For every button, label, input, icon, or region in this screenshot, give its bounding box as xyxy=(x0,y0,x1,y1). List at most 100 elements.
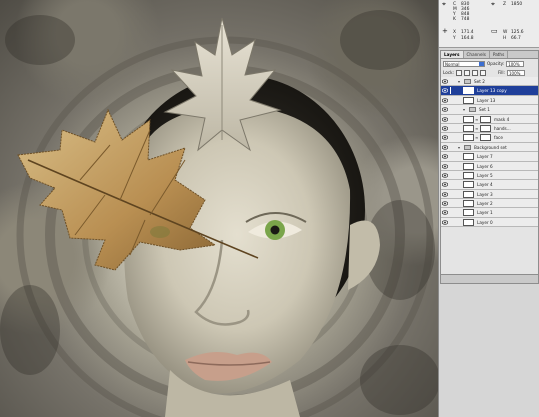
eye-icon[interactable] xyxy=(442,79,448,84)
layer-name: Background set xyxy=(474,144,507,150)
document-canvas[interactable] xyxy=(0,0,438,417)
crosshair-icon: + xyxy=(442,27,448,35)
layer-row[interactable]: Layer 0 xyxy=(441,217,538,228)
expand-triangle-icon[interactable]: ▾ xyxy=(463,107,465,112)
layer-thumbnail xyxy=(463,124,474,132)
layer-mask-thumbnail[interactable] xyxy=(480,134,491,142)
layer-thumbnail xyxy=(463,134,474,142)
eye-icon[interactable] xyxy=(442,210,448,216)
tab-paths[interactable]: Paths xyxy=(490,51,509,58)
eye-icon[interactable] xyxy=(442,98,448,103)
eyedropper-icon-2: ⌖ xyxy=(491,0,495,8)
layer-mask-thumbnail[interactable] xyxy=(480,115,491,123)
eye-icon[interactable] xyxy=(442,201,448,206)
blend-mode-select[interactable]: Normal xyxy=(443,60,485,67)
fill-value: 100% xyxy=(508,70,521,76)
opacity-field[interactable]: 100% xyxy=(506,60,525,67)
layer-name: Set 1 xyxy=(479,107,490,113)
layer-thumbnail xyxy=(463,200,474,208)
lock-image-icon[interactable] xyxy=(463,69,470,76)
layer-thumbnail xyxy=(463,153,474,161)
link-icon[interactable]: ∞ xyxy=(475,135,478,140)
info-label-y2: Y xyxy=(453,36,456,41)
layer-list: ▾ Set 2 Layer 13 copy Layer 13 ▾ Set 1 ∞ mask 4… xyxy=(441,77,538,228)
artwork xyxy=(0,10,438,417)
layer-row[interactable]: Layer 3 xyxy=(441,189,538,200)
eye-icon[interactable] xyxy=(442,173,448,178)
layer-row[interactable]: ∞ hands... xyxy=(441,123,538,134)
palette-tabs: Layers Channels Paths xyxy=(441,51,538,59)
layer-name: mask 4 xyxy=(494,116,510,122)
layer-row[interactable]: ∞ face xyxy=(441,133,538,143)
expand-triangle-icon[interactable]: ▾ xyxy=(458,145,460,150)
eye-icon[interactable] xyxy=(442,192,448,197)
layer-name: Layer 6 xyxy=(477,163,493,169)
info-value-x: 171.4 xyxy=(461,30,474,35)
layer-thumbnail xyxy=(463,87,474,95)
layer-thumbnail xyxy=(463,115,474,123)
opacity-value: 100% xyxy=(508,61,520,67)
layer-row[interactable]: Layer 1 xyxy=(441,208,538,218)
tab-channels[interactable]: Channels xyxy=(464,51,490,58)
info-label-k: K xyxy=(453,17,456,22)
info-label-x: X xyxy=(453,30,457,35)
dimensions-icon: ▭ xyxy=(491,27,498,35)
eye-icon[interactable] xyxy=(442,126,448,131)
eye-icon[interactable] xyxy=(442,163,448,169)
layer-mask-thumbnail[interactable] xyxy=(480,124,491,132)
link-icon[interactable]: ∞ xyxy=(475,117,478,122)
layer-row[interactable]: ∞ mask 4 xyxy=(441,114,538,124)
layer-row[interactable]: Layer 7 xyxy=(441,152,538,162)
eye-icon[interactable] xyxy=(442,145,448,150)
link-icon[interactable]: ∞ xyxy=(475,126,478,131)
tab-layers[interactable]: Layers xyxy=(441,51,464,58)
eye-icon[interactable] xyxy=(442,116,448,122)
lock-label: Lock: xyxy=(443,70,454,75)
eye-icon[interactable] xyxy=(442,182,448,187)
layer-name: Layer 1 xyxy=(477,210,493,216)
fill-label: Fill: xyxy=(497,70,505,75)
layer-row[interactable]: Layer 2 xyxy=(441,199,538,209)
layer-set-row[interactable]: ▾ Set 1 xyxy=(441,105,538,115)
layer-row[interactable]: Layer 4 xyxy=(441,180,538,190)
info-label-z: Z xyxy=(503,2,507,7)
layer-row[interactable]: Layer 5 xyxy=(441,170,538,181)
layer-name: Layer 0 xyxy=(477,219,493,225)
layer-thumbnail xyxy=(463,96,474,104)
layer-thumbnail xyxy=(463,162,474,170)
folder-icon xyxy=(464,79,471,84)
lock-all-icon[interactable] xyxy=(479,69,486,76)
layer-name: face xyxy=(494,135,503,141)
info-value-h: 66.7 xyxy=(511,36,521,41)
info-value-k: 748 xyxy=(461,17,470,22)
info-label-w: W xyxy=(503,30,508,35)
layer-thumbnail xyxy=(463,218,474,226)
layer-set-row[interactable]: ▾ Set 2 xyxy=(441,77,538,87)
layer-name: Layer 3 xyxy=(477,191,493,197)
eye-icon[interactable] xyxy=(442,154,448,159)
layer-thumbnail xyxy=(463,181,474,189)
opacity-label: Opacity: xyxy=(487,61,505,66)
lock-transparency-icon[interactable] xyxy=(455,69,462,76)
eye-icon[interactable] xyxy=(442,88,448,94)
layer-row[interactable]: Layer 13 xyxy=(441,95,538,106)
chevron-down-icon xyxy=(479,61,484,66)
info-value-z: 1850 xyxy=(511,2,523,7)
folder-icon xyxy=(469,107,476,113)
layer-row[interactable]: Layer 13 copy xyxy=(441,86,538,96)
layer-row[interactable]: Layer 6 xyxy=(441,161,538,171)
layer-name: Layer 5 xyxy=(477,172,493,178)
layer-name: Layer 13 copy xyxy=(477,88,507,94)
lock-position-icon[interactable] xyxy=(471,69,478,76)
eye-icon[interactable] xyxy=(442,220,448,225)
info-value-w: 125.6 xyxy=(511,30,524,35)
layer-set-row[interactable]: ▾ Background set xyxy=(441,142,538,153)
layer-name: hands... xyxy=(494,125,511,131)
blend-mode-value: Normal xyxy=(445,61,460,67)
paintbrush-icon xyxy=(450,87,456,95)
expand-triangle-icon[interactable]: ▾ xyxy=(458,79,460,84)
palettes-column: ⌖ ⌖ C 830 M 346 Y 848 K 748 Z 1850 + ▭ X… xyxy=(438,0,539,417)
eye-icon[interactable] xyxy=(442,107,448,112)
fill-field[interactable]: 100% xyxy=(506,69,525,76)
eye-icon[interactable] xyxy=(442,135,448,140)
